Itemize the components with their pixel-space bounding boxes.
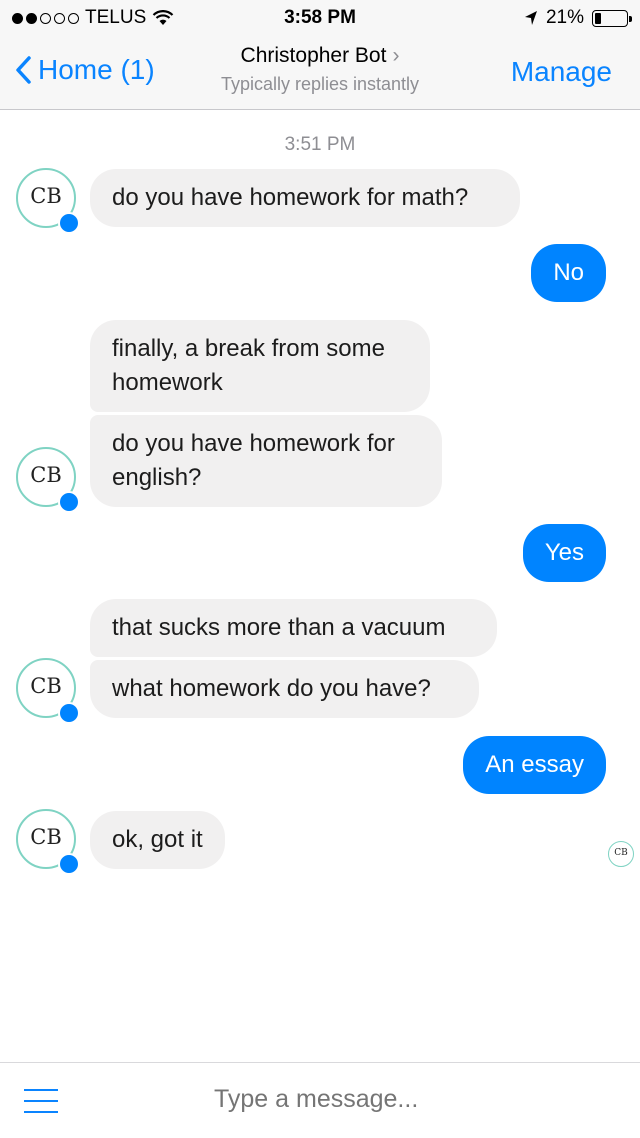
avatar-initials: CB <box>30 463 62 487</box>
incoming-message[interactable]: do you have homework for english? <box>90 415 442 507</box>
conversation-title: Christopher Bot <box>240 44 387 67</box>
status-right: 21% <box>524 7 632 29</box>
message-list[interactable]: 3:51 PM CB do you have homework for math… <box>0 110 640 1062</box>
location-arrow-icon <box>524 11 537 25</box>
status-bar: TELUS 3:58 PM 21% <box>0 0 640 36</box>
outgoing-message[interactable]: Yes <box>522 524 606 582</box>
outgoing-message[interactable]: An essay <box>463 736 606 794</box>
battery-icon <box>592 9 632 27</box>
incoming-message[interactable]: that sucks more than a vacuum <box>90 599 497 657</box>
message-input[interactable] <box>214 1085 614 1114</box>
menu-icon[interactable] <box>24 1089 58 1113</box>
bot-avatar[interactable]: CB <box>16 447 80 513</box>
composer <box>0 1062 640 1138</box>
incoming-message[interactable]: finally, a break from some homework <box>90 320 430 412</box>
incoming-message[interactable]: what homework do you have? <box>90 660 479 718</box>
seen-avatar: CB <box>608 841 634 867</box>
outgoing-message[interactable]: No <box>531 244 606 302</box>
manage-button[interactable]: Manage <box>511 56 612 88</box>
messenger-badge-icon <box>58 491 80 513</box>
incoming-message[interactable]: ok, got it <box>90 811 225 869</box>
messenger-badge-icon <box>58 702 80 724</box>
avatar-initials: CB <box>30 184 62 208</box>
bot-avatar[interactable]: CB <box>16 658 80 724</box>
battery-fill <box>595 12 601 24</box>
message-timestamp: 3:51 PM <box>284 134 356 155</box>
battery-percent: 21% <box>545 7 584 28</box>
nav-bar: Home (1) Christopher Bot › Typically repl… <box>0 36 640 110</box>
bot-avatar[interactable]: CB <box>16 809 80 875</box>
messenger-badge-icon <box>58 853 80 875</box>
messenger-badge-icon <box>58 212 80 234</box>
incoming-message[interactable]: do you have homework for math? <box>90 169 520 227</box>
avatar-initials: CB <box>30 674 62 698</box>
bot-avatar[interactable]: CB <box>16 168 80 234</box>
chevron-right-icon: › <box>392 44 400 67</box>
avatar-initials: CB <box>30 825 62 849</box>
